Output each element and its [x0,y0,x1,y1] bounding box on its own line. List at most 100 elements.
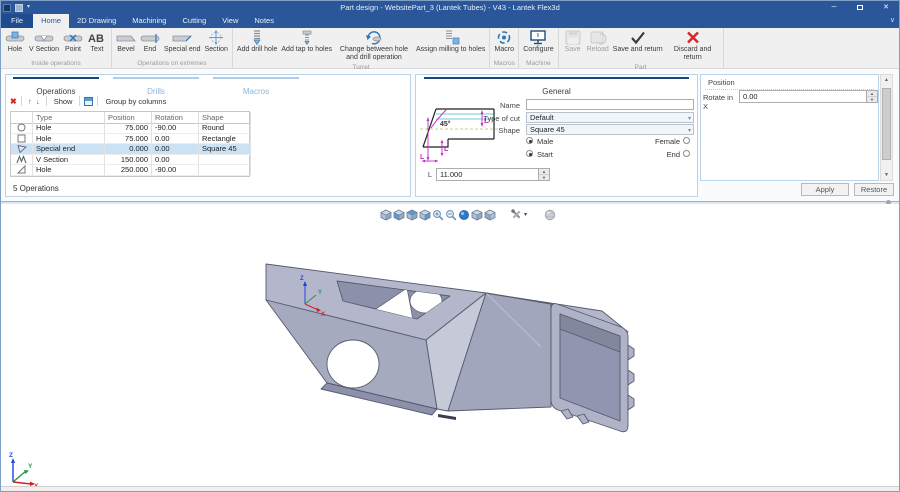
reload-icon [588,30,608,45]
name-input[interactable] [526,99,694,110]
menu-tab-notes[interactable]: Notes [246,14,282,28]
macro-button[interactable]: Macro [492,29,516,55]
scroll-down-icon[interactable]: ▼ [881,172,892,178]
cell-position: 0.000 [105,144,152,155]
reload-button: Reload [585,29,611,55]
button-label: Save and return [613,46,663,54]
female-label: Female [654,137,680,146]
titlebar: ▾ Part design - WebsitePart_3 (Lantek Tu… [1,1,899,14]
hole-button[interactable]: Hole [3,29,27,55]
column-options-icon[interactable] [84,97,93,106]
tab-macros[interactable]: Macros [206,75,306,92]
group-by-columns-button[interactable]: Group by columns [102,97,169,106]
text-button[interactable]: ABText [85,29,109,55]
cell-rotation: 0.00 [152,144,199,155]
bevel-button[interactable]: Bevel [114,29,138,55]
menu-tab-cutting[interactable]: Cutting [174,14,214,28]
svg-text:Y: Y [28,463,33,470]
rotate-in-x-input[interactable] [739,90,867,103]
cell-rotation: -90.00 [152,165,199,176]
save-icon [563,30,583,45]
add-tap-to-holes-button[interactable]: Add tap to holes [279,29,334,55]
move-up-button[interactable]: ↑ [28,97,32,106]
table-row[interactable]: Hole75.0000.00Rectangle [11,134,249,145]
type-of-cut-select[interactable]: Default▾ [526,112,694,123]
l-input[interactable] [436,168,539,181]
menu-tab-machining[interactable]: Machining [124,14,174,28]
scrollbar-thumb[interactable] [882,88,891,160]
tab-operations[interactable]: Operations [6,75,106,92]
ribbon-group-turret: Add drill holeAdd tap to holesChange bet… [233,28,490,68]
discard-and-return-button[interactable]: Discard and return [665,29,721,63]
show-button[interactable]: Show [51,97,76,106]
rotate-in-x-spinner[interactable]: ▲▼ [867,90,878,103]
close-button[interactable]: ✕ [873,1,899,14]
configure-button[interactable]: Configure [521,29,555,55]
button-label: Macro [495,46,514,54]
operations-panel: OperationsDrillsMacros ✖ ↑ ↓ Show Group … [5,74,411,197]
button-label: Change between hole and drill operation [336,46,412,62]
ribbon-collapse-icon[interactable]: ∨ [890,14,895,28]
position-title: Position [708,78,735,87]
menu-tab-view[interactable]: View [214,14,246,28]
cell-type: Hole [33,134,105,145]
move-down-button[interactable]: ↓ [36,97,40,106]
slot-shape-icon [11,165,33,176]
button-label: Hole [8,46,22,54]
ribbon-group-machine: Configure Machine [519,28,558,68]
end-button[interactable]: End [138,29,162,55]
cell-type: V Section [33,155,105,166]
cell-shape: Round [199,123,251,134]
shape-label: Shape [474,126,520,135]
end-radio[interactable] [683,150,690,157]
scroll-up-icon[interactable]: ▲ [881,77,892,83]
special-end-button[interactable]: Special end [162,29,203,55]
change-between-hole-and-drill-operation-button[interactable]: Change between hole and drill operation [334,29,414,63]
round-shape-icon [11,123,33,134]
ribbon-group-part: Save ReloadSave and returnDiscard and ret… [559,28,724,68]
svg-text:L: L [420,154,425,161]
male-radio[interactable] [526,137,533,144]
cell-shape [199,165,251,176]
table-row[interactable]: Hole75.000-90.00Round [11,123,249,134]
viewport-3d[interactable]: ▾ [1,204,899,486]
v-section-button[interactable]: V Section [27,29,61,55]
cell-position: 250.000 [105,165,152,176]
save-button: Save [561,29,585,55]
tab-general[interactable]: General [416,77,697,93]
female-radio[interactable] [683,137,690,144]
menu-tab-2d-drawing[interactable]: 2D Drawing [69,14,124,28]
button-label: Text [91,46,104,54]
table-row[interactable]: Special end0.0000.00Square 45 [11,144,249,155]
l-spinner[interactable]: ▲▼ [539,168,550,181]
cell-rotation: -90.00 [152,123,199,134]
section-button[interactable]: Section [203,29,230,55]
cell-position: 75.000 [105,123,152,134]
button-label: Configure [523,46,553,54]
table-row[interactable]: Hole250.000-90.00 [11,165,249,176]
tab-drills[interactable]: Drills [106,75,206,92]
window-title: Part design - WebsitePart_3 (Lantek Tube… [1,1,899,14]
svg-text:X: X [321,312,325,318]
shape-select[interactable]: Square 45▾ [526,124,694,135]
button-label: Save [565,46,581,54]
delete-operation-button[interactable]: ✖ [10,97,17,106]
minimize-button[interactable]: ─ [821,1,847,14]
ribbon-group-name: Machine [521,59,555,68]
add-drill-hole-button[interactable]: Add drill hole [235,29,279,55]
button-label: End [144,46,156,54]
shape-diagram: L L L 45° [420,103,500,169]
assign-milling-to-holes-button[interactable]: Assign milling to holes [414,29,487,55]
save-and-return-button[interactable]: Save and return [611,29,665,55]
start-radio[interactable] [526,150,533,157]
restore-button[interactable]: Restore [854,183,894,196]
panel-scrollbar[interactable]: ▲ ▼ [880,74,893,181]
menu-tab-file[interactable]: File [1,14,33,28]
cell-type: Hole [33,123,105,134]
apply-button[interactable]: Apply [801,183,849,196]
hole-icon [5,30,25,45]
table-row[interactable]: V Section150.0000.00 [11,155,249,166]
menu-tab-home[interactable]: Home [33,14,69,28]
maximize-button[interactable] [847,1,873,14]
point-button[interactable]: Point [61,29,85,55]
